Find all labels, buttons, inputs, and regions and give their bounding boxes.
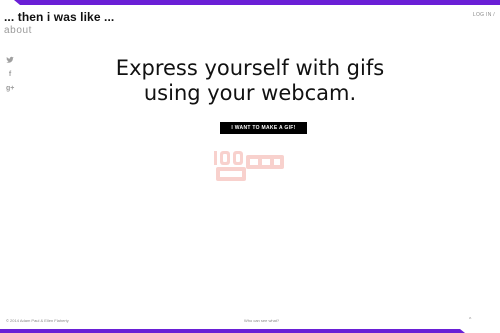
hero-headline-line-2: using your webcam. [143,81,357,105]
page: ... then i was like ... about LOG IN / f… [0,0,500,333]
bottom-accent-notch [460,329,465,333]
footer-copyright: © 2014 Adam Paul & Ellen Flaherty [6,318,69,323]
login-link[interactable]: LOG IN / [473,12,495,18]
bottom-accent-stripe [0,329,460,333]
gif-watermark-icon [214,151,284,181]
top-accent-stripe [20,0,500,5]
make-gif-button[interactable]: I WANT TO MAKE A GIF! [220,122,307,134]
footer-privacy-link[interactable]: Who can see what? [244,318,279,323]
brand-logo-text[interactable]: ... then i was like ... [4,10,114,24]
hero-headline-line-1: Express yourself with gifs [115,56,385,80]
scroll-top-caret[interactable]: ^ [469,317,471,323]
about-link[interactable]: about [4,25,32,36]
